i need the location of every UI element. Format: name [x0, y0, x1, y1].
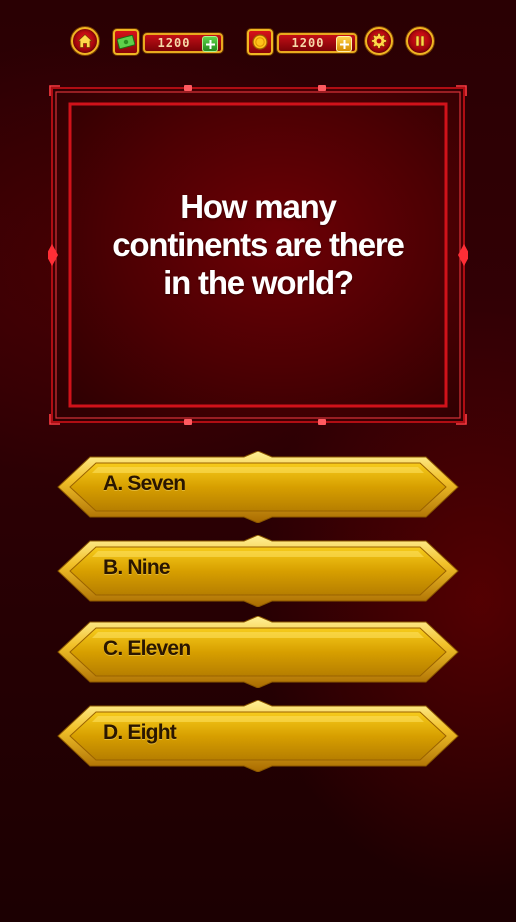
home-button[interactable]: [71, 27, 99, 55]
cash-icon: [113, 29, 139, 55]
add-coins-button[interactable]: [336, 36, 352, 52]
answer-b-button[interactable]: B. Nine: [56, 535, 460, 607]
coin-value: 1200: [291, 36, 325, 50]
plus-icon: [339, 39, 349, 49]
answer-d-button[interactable]: D. Eight: [56, 700, 460, 772]
cash-value: 1200: [157, 36, 191, 50]
coin-counter: 1200: [247, 29, 359, 55]
coin-icon: [247, 29, 273, 55]
pause-icon: [415, 35, 425, 47]
answer-a-button[interactable]: A. Seven: [56, 451, 460, 523]
settings-button[interactable]: [365, 27, 393, 55]
answer-a-label: A. Seven: [103, 472, 186, 495]
coin-pill: 1200: [277, 33, 357, 53]
cash-counter: 1200: [113, 29, 225, 55]
question-board: How many continents are there in the wor…: [48, 84, 468, 426]
answer-c-button[interactable]: C. Eleven: [56, 616, 460, 688]
question-text: How many continents are there in the wor…: [112, 188, 405, 301]
answer-b-label: B. Nine: [103, 556, 171, 579]
cash-pill: 1200: [143, 33, 223, 53]
top-bar: 1200 1200: [0, 26, 516, 58]
home-icon: [77, 33, 93, 48]
pause-button[interactable]: [406, 27, 434, 55]
add-cash-button[interactable]: [202, 36, 218, 52]
answer-d-label: D. Eight: [103, 721, 177, 744]
plus-icon: [205, 39, 215, 49]
answer-c-label: C. Eleven: [103, 637, 191, 660]
gear-icon: [371, 33, 387, 49]
